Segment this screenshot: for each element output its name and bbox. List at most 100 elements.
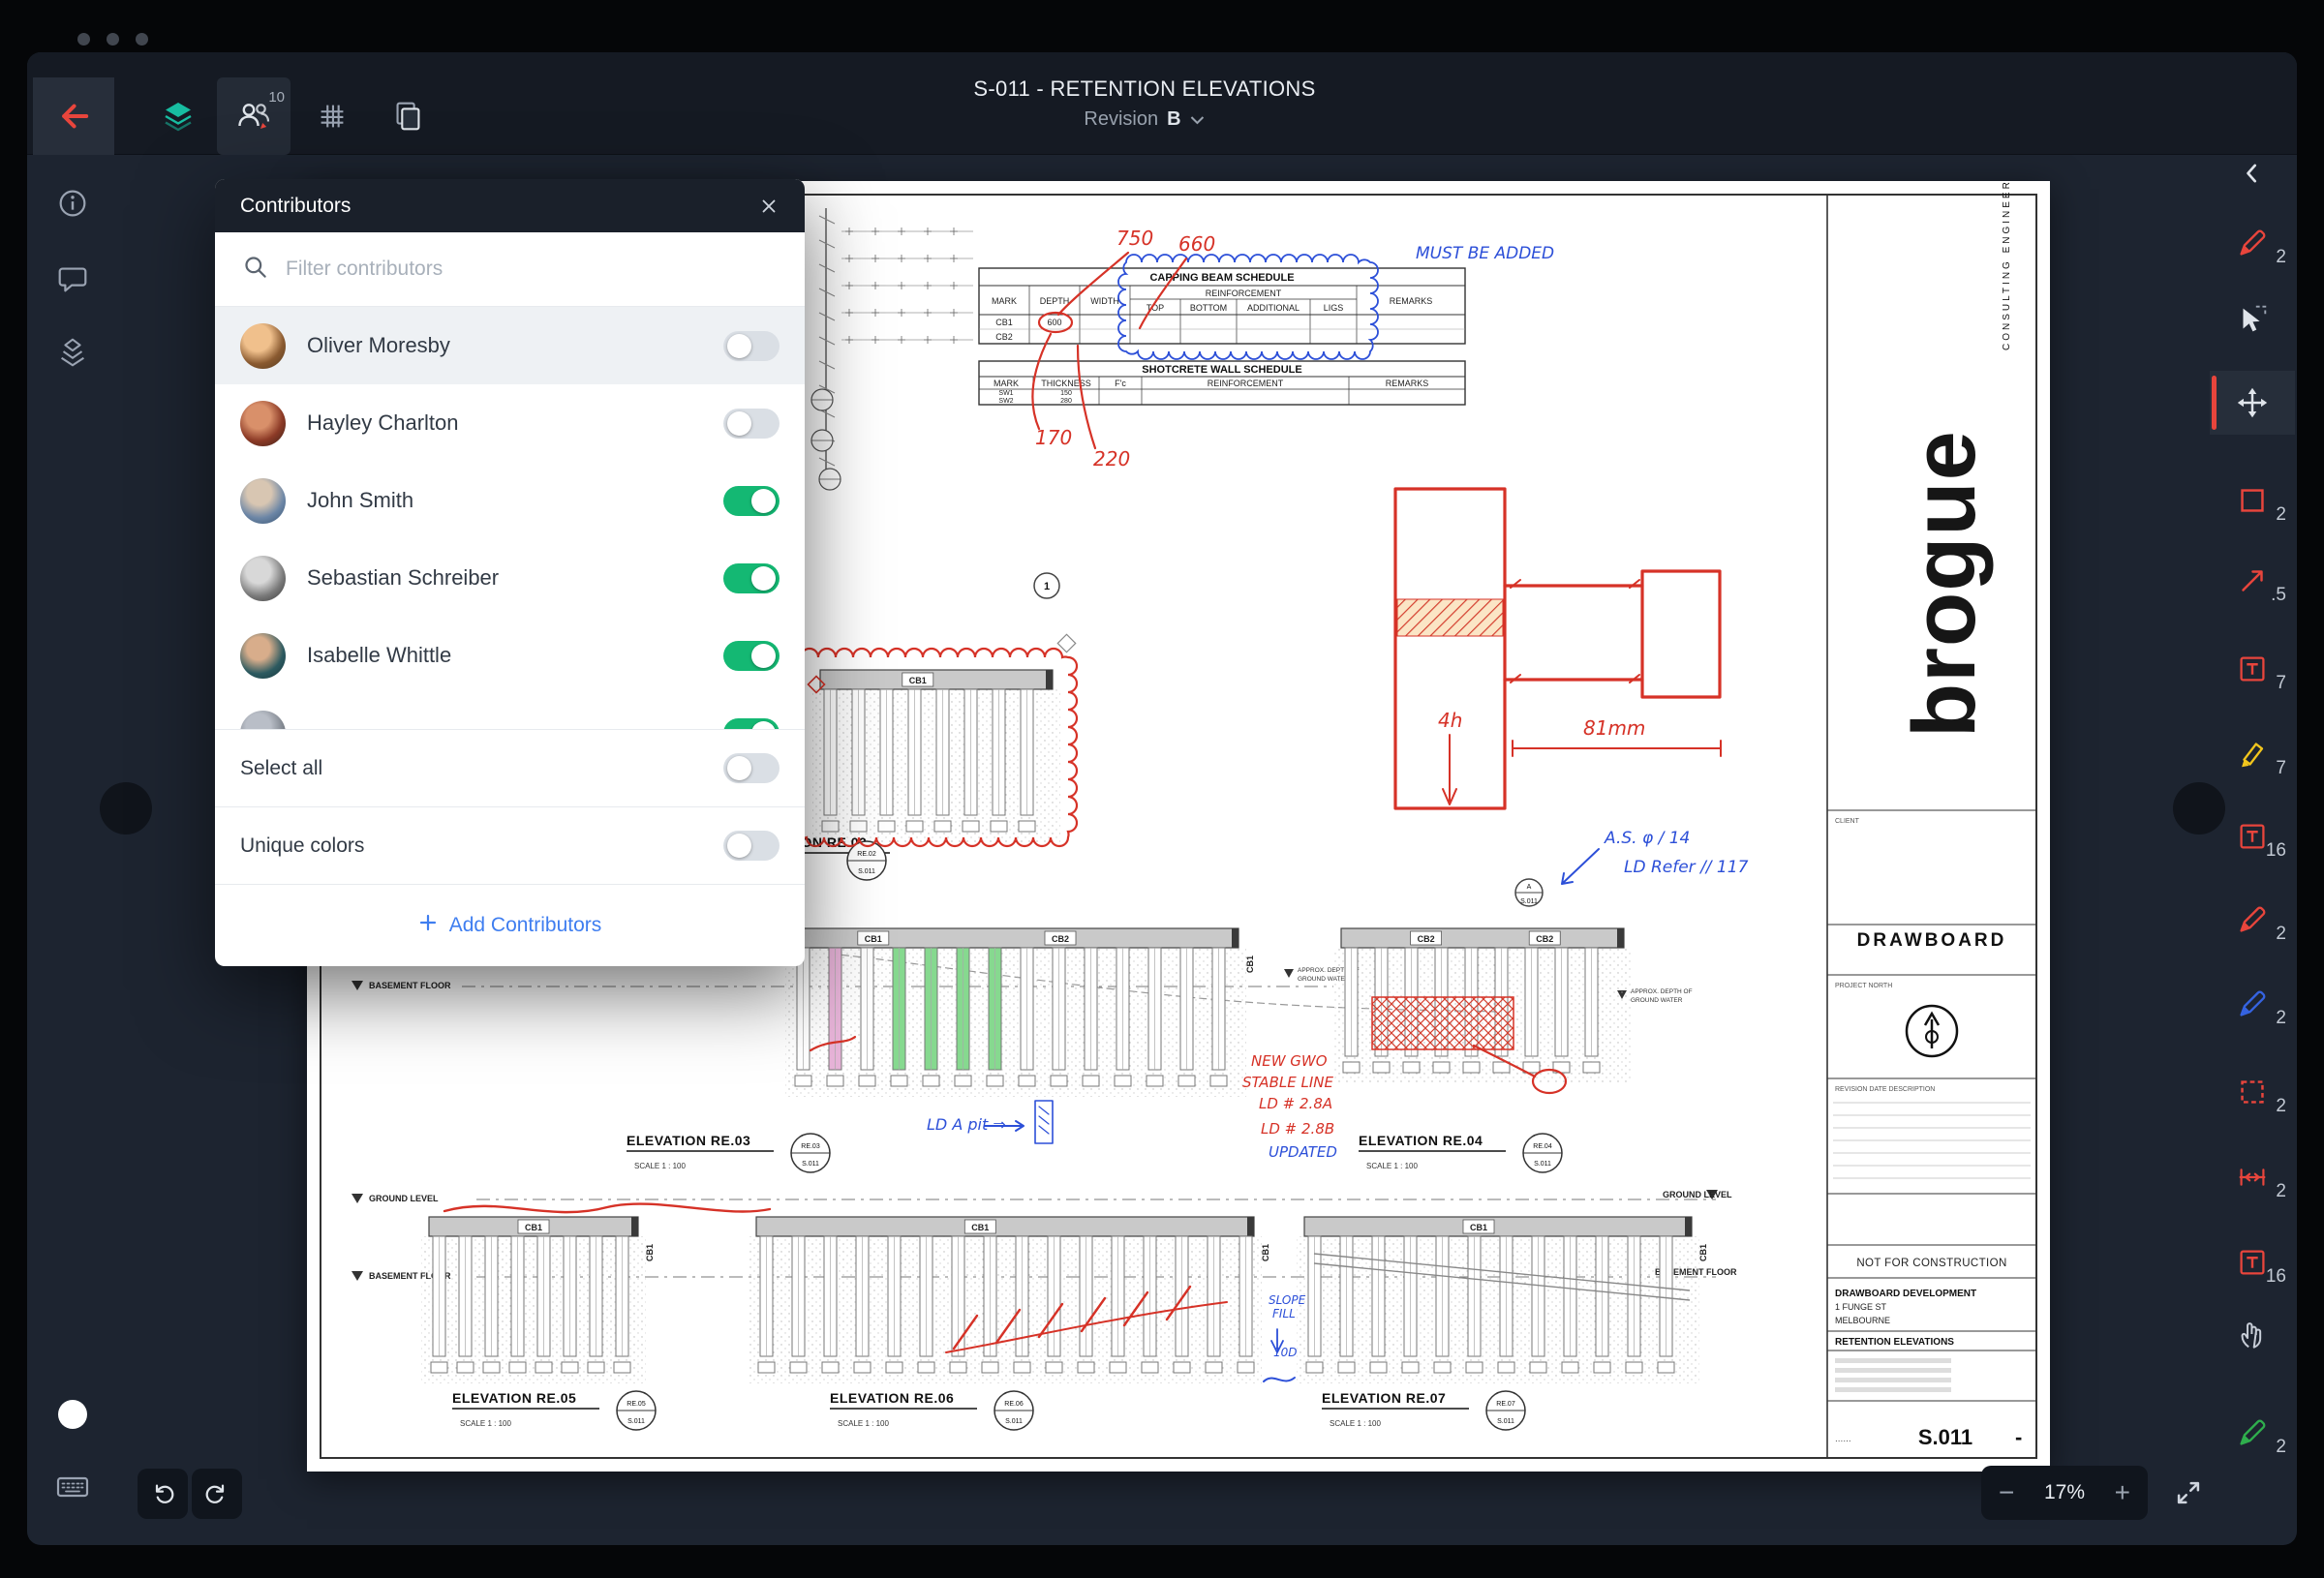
select-all-toggle[interactable] [723,753,780,783]
window-control-dot[interactable] [107,33,119,46]
back-arrow-button[interactable] [33,77,114,155]
add-contributors-label: Add Contributors [449,914,602,937]
contributor-toggle[interactable] [723,486,780,516]
svg-text:DEPTH: DEPTH [1040,296,1070,306]
contributors-panel: Contributors Oliver Moresby Hayley Charlt… [215,179,805,966]
contributors-panel-title: Contributors [240,195,351,218]
contributor-row[interactable]: Sebastian Schreiber [215,539,805,617]
svg-text:REMARKS: REMARKS [1386,379,1429,388]
svg-text:SCALE 1 : 100: SCALE 1 : 100 [1366,1162,1418,1170]
svg-text:BASEMENT FLOOR: BASEMENT FLOOR [369,981,451,990]
layers-stack-icon[interactable] [51,331,94,374]
text-box-tool[interactable]: 16 [2210,804,2295,868]
contributor-name: Hayley Charlton [307,410,702,436]
avatar [240,401,286,446]
svg-text:GROUND LEVEL: GROUND LEVEL [369,1194,439,1203]
add-contributors-row: Add Contributors [215,884,805,966]
unique-colors-toggle[interactable] [723,831,780,861]
avatar [240,323,286,369]
fullscreen-button[interactable] [2161,1466,2216,1520]
contributor-toggle[interactable] [723,641,780,671]
rectangle-tool[interactable]: 2 [2210,469,2295,532]
contributor-toggle[interactable] [723,409,780,439]
contributor-row[interactable] [215,694,805,729]
pen-tool[interactable]: 2 [2210,972,2295,1036]
color-dot[interactable] [51,1393,94,1436]
contributors-count-badge: 10 [268,89,285,106]
text-box-tool[interactable]: 16 [2210,1230,2295,1294]
window-control-dot[interactable] [136,33,148,46]
highlighter-tool[interactable]: 7 [2210,722,2295,786]
contributor-toggle[interactable] [723,563,780,593]
select-cursor-tool[interactable] [2210,288,2295,351]
zoom-out-button[interactable]: − [1999,1479,2014,1506]
add-contributors-button[interactable]: Add Contributors [418,913,602,938]
annotation-count: 2 [2276,504,2286,526]
page-edge-handle-left[interactable] [100,782,152,835]
svg-text:CB1: CB1 [865,934,882,944]
contributor-toggle[interactable] [723,331,780,361]
zoom-in-button[interactable]: + [2115,1479,2130,1506]
svg-text:81mm: 81mm [1583,716,1645,740]
svg-text:FILL: FILL [1272,1307,1296,1320]
svg-text:660: 660 [1178,232,1215,256]
annotation-count: 2 [2276,1181,2286,1202]
svg-text:SCALE 1 : 100: SCALE 1 : 100 [1330,1419,1381,1428]
grid-button[interactable] [295,77,369,155]
pen-tool[interactable]: 2 [2210,211,2295,275]
svg-text:CB1: CB1 [1470,1223,1487,1232]
move-tool-tool[interactable] [2210,371,2295,435]
dashed-rectangle-tool[interactable]: 2 [2210,1060,2295,1124]
svg-text:APPROX. DEPTH OF: APPROX. DEPTH OF [1631,988,1693,995]
svg-text:GROUND WATER: GROUND WATER [1631,997,1683,1004]
svg-text:CB1: CB1 [1261,1244,1270,1261]
pages-button[interactable] [371,77,444,155]
svg-text:1 FUNGE ST: 1 FUNGE ST [1835,1302,1887,1312]
chevron-down-icon [1190,108,1206,131]
svg-text:ADDITIONAL: ADDITIONAL [1247,303,1300,313]
measure-tool[interactable]: 2 [2210,1145,2295,1209]
contributor-name: Isabelle Whittle [307,643,702,668]
svg-text:RETENTION ELEVATIONS: RETENTION ELEVATIONS [1835,1337,1954,1348]
keyboard-icon[interactable] [51,1466,94,1508]
layers-button[interactable] [141,77,215,155]
contributor-row[interactable]: Oliver Moresby [215,307,805,384]
svg-text:REINFORCEMENT: REINFORCEMENT [1208,379,1284,388]
close-icon[interactable] [758,196,780,217]
contributors-button[interactable]: 10 [217,77,290,155]
filter-contributors-input[interactable] [286,258,778,281]
zoom-controls: − 17% + [1981,1466,2148,1520]
pen-tool[interactable]: 2 [2210,1401,2295,1465]
svg-text:SCALE 1 : 100: SCALE 1 : 100 [460,1419,511,1428]
app-window: 10 S-011 - RETENTION ELEVATIONS Revision… [27,52,2297,1545]
svg-text:REINFORCEMENT: REINFORCEMENT [1206,288,1282,298]
pen-tool[interactable]: 2 [2210,888,2295,952]
info-icon[interactable] [51,182,94,225]
top-toolbar: 10 S-011 - RETENTION ELEVATIONS Revision… [27,52,2297,155]
svg-text:DRAWBOARD: DRAWBOARD [1857,930,2007,951]
svg-text:LD Refer // 117: LD Refer // 117 [1624,858,1749,877]
avatar [240,633,286,679]
window-control-dot[interactable] [77,33,90,46]
arrow-tool[interactable]: .5 [2210,549,2295,613]
gesture-tool[interactable] [2210,1303,2295,1367]
svg-text:CB1: CB1 [971,1223,989,1232]
contributor-row[interactable]: Hayley Charlton [215,384,805,462]
contributor-toggle[interactable] [723,718,780,730]
contributor-row[interactable]: Isabelle Whittle [215,617,805,694]
revision-selector[interactable]: Revision B [1084,108,1205,131]
svg-text:SW1: SW1 [998,390,1013,397]
svg-text:600: 600 [1047,318,1061,327]
undo-button[interactable] [138,1469,188,1519]
avatar [240,478,286,524]
text-box-tool[interactable]: 7 [2210,637,2295,701]
svg-text:CB1: CB1 [909,676,927,685]
svg-text:S.011: S.011 [1918,1425,1972,1449]
annotation-count: 7 [2276,758,2286,779]
comment-icon[interactable] [51,258,94,300]
redo-button[interactable] [192,1469,242,1519]
svg-text:RE.06: RE.06 [1004,1401,1024,1408]
svg-text:280: 280 [1060,398,1072,405]
contributor-name: Sebastian Schreiber [307,565,702,591]
contributor-row[interactable]: John Smith [215,462,805,539]
